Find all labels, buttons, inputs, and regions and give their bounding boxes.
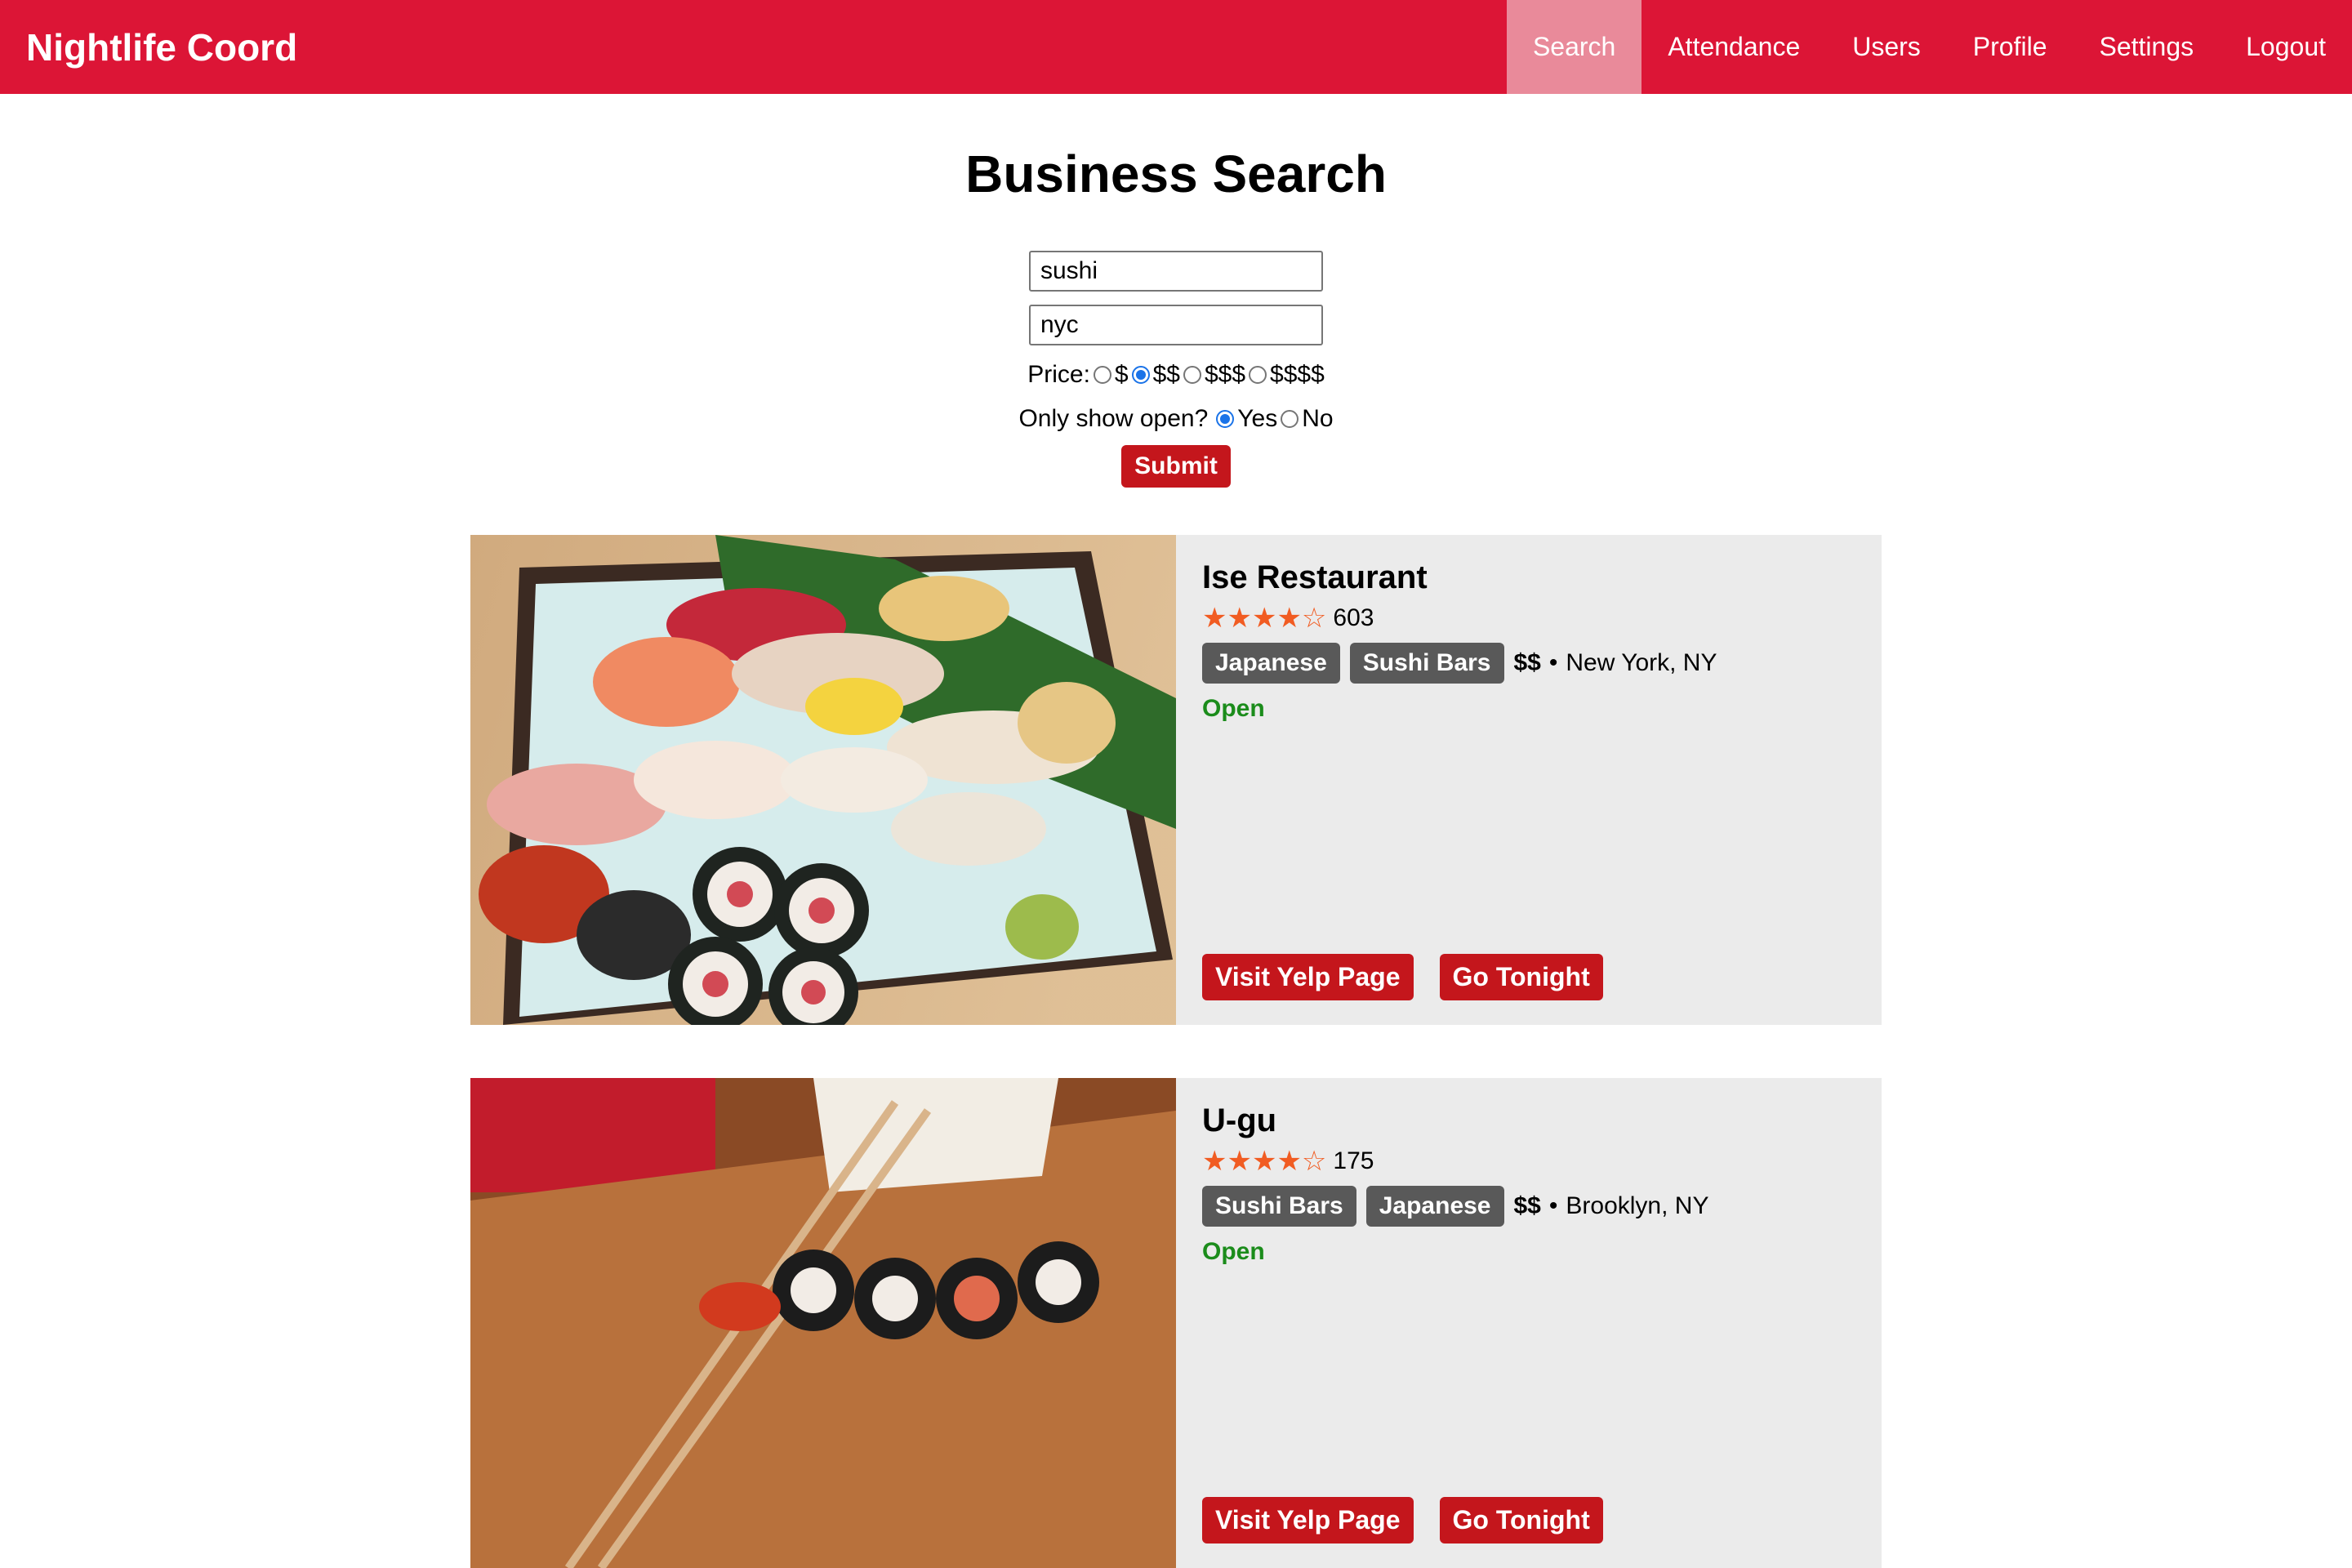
category-tag: Sushi Bars (1349, 643, 1504, 684)
nav-menu: Search Attendance Users Profile Settings… (1506, 0, 2352, 94)
rating-row: ★★★★☆ 175 (1202, 1145, 1855, 1178)
category-row: Sushi Bars Japanese $$ • Brooklyn, NY (1202, 1186, 1855, 1227)
go-tonight-button[interactable]: Go Tonight (1439, 954, 1603, 1000)
price-label: Price: (1027, 361, 1090, 388)
rating-row: ★★★★☆ 603 (1202, 602, 1855, 635)
open-radio-yes[interactable] (1216, 410, 1235, 428)
nav-item-attendance[interactable]: Attendance (1642, 0, 1826, 94)
location-input[interactable] (1029, 305, 1323, 345)
brand-title[interactable]: Nightlife Coord (0, 0, 297, 94)
price-radio-1[interactable] (1093, 366, 1111, 384)
business-name[interactable]: U-gu (1202, 1101, 1855, 1140)
result-card: U-gu ★★★★☆ 175 Sushi Bars Japanese $$ • … (470, 1078, 1882, 1568)
nav-item-settings[interactable]: Settings (2074, 0, 2221, 94)
open-option-yes: Yes (1237, 405, 1278, 432)
business-photo (470, 535, 1176, 1025)
price-level: $$ (1513, 649, 1541, 676)
price-option-2: $$ (1152, 361, 1180, 388)
open-status: Open (1202, 695, 1265, 722)
nav-item-profile[interactable]: Profile (1947, 0, 2074, 94)
go-tonight-button[interactable]: Go Tonight (1439, 1497, 1603, 1544)
star-icon: ★★★★☆ (1202, 603, 1327, 634)
location-text: New York, NY (1566, 649, 1717, 676)
price-option-4: $$$$ (1270, 361, 1325, 388)
page-title: Business Search (965, 145, 1387, 203)
results-list: Ise Restaurant ★★★★☆ 603 Japanese Sushi … (0, 535, 2352, 1568)
price-level: $$ (1513, 1192, 1541, 1219)
business-info: U-gu ★★★★☆ 175 Sushi Bars Japanese $$ • … (1176, 1078, 1882, 1568)
location-text: Brooklyn, NY (1566, 1192, 1709, 1219)
nav-item-search[interactable]: Search (1506, 0, 1642, 94)
card-actions: Visit Yelp Page Go Tonight (1202, 1497, 1629, 1544)
result-card: Ise Restaurant ★★★★☆ 603 Japanese Sushi … (470, 535, 1882, 1025)
visit-yelp-button[interactable]: Visit Yelp Page (1202, 1497, 1414, 1544)
price-radio-4[interactable] (1249, 366, 1267, 384)
business-name[interactable]: Ise Restaurant (1202, 558, 1855, 597)
review-count: 603 (1333, 604, 1374, 631)
price-radio-3[interactable] (1183, 366, 1201, 384)
review-count: 175 (1333, 1147, 1374, 1174)
category-tag: Japanese (1202, 643, 1340, 684)
star-icon: ★★★★☆ (1202, 1146, 1327, 1177)
open-radio-no[interactable] (1281, 410, 1299, 428)
price-option-1: $ (1114, 361, 1129, 388)
search-form: Price: $ $$ $$$ $$$$ Only show open? Yes… (0, 251, 2352, 488)
separator: • (1548, 1192, 1558, 1219)
price-row: Price: $ $$ $$$ $$$$ (0, 359, 2352, 391)
business-photo (470, 1078, 1176, 1568)
business-info: Ise Restaurant ★★★★☆ 603 Japanese Sushi … (1176, 535, 1882, 1025)
open-status: Open (1202, 1238, 1265, 1265)
nav-item-logout[interactable]: Logout (2220, 0, 2352, 94)
category-tag: Japanese (1365, 1186, 1504, 1227)
term-input[interactable] (1029, 251, 1323, 292)
navbar: Nightlife Coord Search Attendance Users … (0, 0, 2352, 94)
card-actions: Visit Yelp Page Go Tonight (1202, 954, 1629, 1000)
price-option-3: $$$ (1204, 361, 1246, 388)
submit-button[interactable]: Submit (1121, 445, 1231, 488)
separator: • (1548, 649, 1558, 676)
category-row: Japanese Sushi Bars $$ • New York, NY (1202, 643, 1855, 684)
price-radio-2[interactable] (1131, 366, 1150, 384)
open-option-no: No (1302, 405, 1334, 432)
nav-item-users[interactable]: Users (1826, 0, 1947, 94)
open-label: Only show open? (1018, 405, 1209, 432)
open-row: Only show open? Yes No (0, 403, 2352, 435)
visit-yelp-button[interactable]: Visit Yelp Page (1202, 954, 1414, 1000)
category-tag: Sushi Bars (1202, 1186, 1356, 1227)
